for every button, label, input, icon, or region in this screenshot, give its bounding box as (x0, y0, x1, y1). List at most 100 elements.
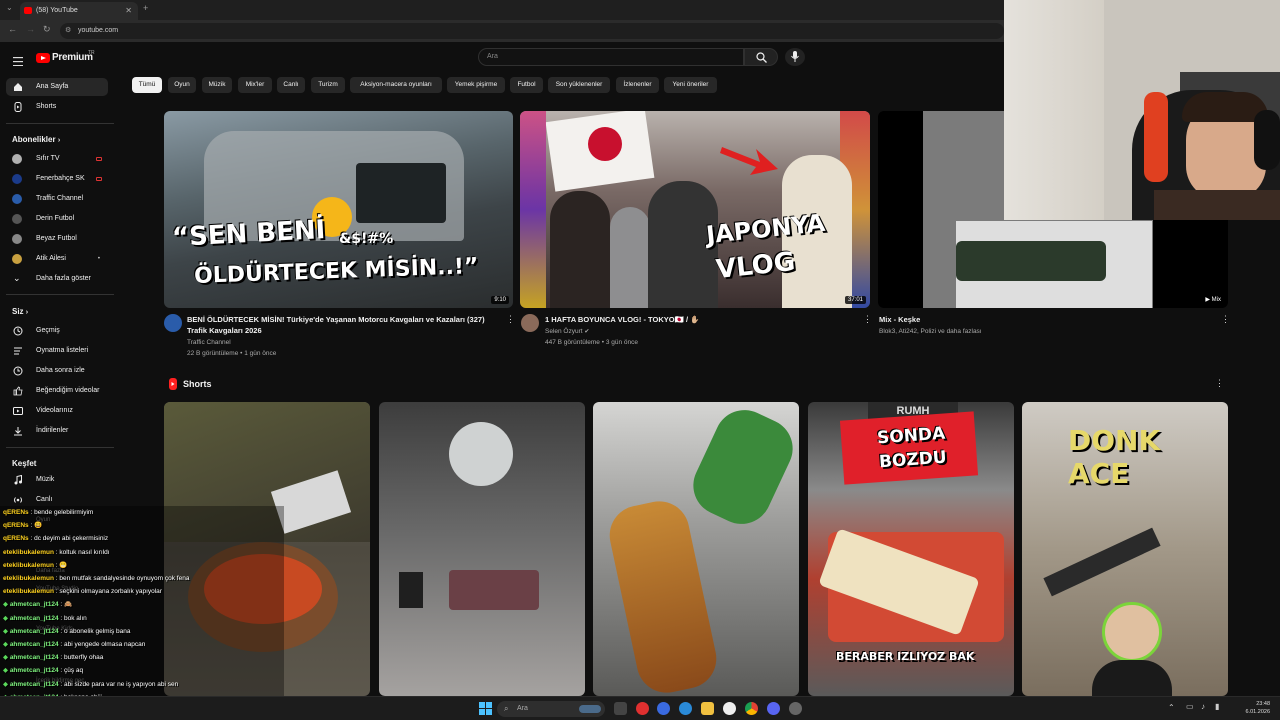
chat-username[interactable]: qERENs (3, 509, 29, 516)
short-card[interactable] (379, 402, 585, 696)
app-icon[interactable] (723, 702, 736, 715)
video-thumbnail[interactable]: JAPONYA VLOG 37:01 (520, 111, 870, 308)
sidebar-item-subscription[interactable]: Derin Futbol (6, 210, 108, 228)
search-button[interactable] (744, 48, 778, 66)
sidebar-item-music[interactable]: Müzik (6, 471, 108, 489)
subscriber-badge-icon: ◆ (3, 667, 10, 675)
chat-username[interactable]: eteklibukalemun (3, 588, 54, 595)
address-bar[interactable]: ⚙ youtube.com (60, 23, 1004, 39)
you-heading[interactable]: Siz › (12, 307, 28, 316)
chat-username[interactable]: ahmetcan_jt124 (10, 615, 59, 622)
back-icon[interactable]: ← (8, 24, 17, 34)
site-info-icon[interactable]: ⚙ (65, 23, 71, 39)
video-thumbnail[interactable]: “SEN BENİ &$!#% ÖLDÜRTECEK MİSİN..!” 9:1… (164, 111, 513, 308)
discord-icon[interactable] (767, 702, 780, 715)
voice-search-button[interactable] (785, 48, 805, 66)
more-options-icon[interactable]: ⋮ (1215, 378, 1224, 389)
short-card[interactable]: RUMH SONDA BOZDU BERABER IZLIYOZ BAK (808, 402, 1014, 696)
chip-cooking[interactable]: Yemek pişirme (447, 77, 505, 93)
sidebar-item-playlists[interactable]: Oynatma listeleri (6, 342, 108, 360)
short-card[interactable]: DONK ACE (1022, 402, 1228, 696)
battery-icon[interactable]: ▮ (1215, 702, 1219, 711)
chip-recently-uploaded[interactable]: Son yüklenenler (548, 77, 610, 93)
app-icon[interactable] (657, 702, 670, 715)
short-card[interactable] (593, 402, 799, 696)
tab-list-icon[interactable]: ⌄ (6, 3, 13, 12)
sidebar-item-subscription[interactable]: Beyaz Futbol (6, 230, 108, 248)
avatar[interactable] (521, 314, 539, 332)
new-content-dot-icon: • (97, 256, 100, 262)
sidebar-item-watch-later[interactable]: Daha sonra izle (6, 362, 108, 380)
more-options-icon[interactable]: ⋮ (1221, 314, 1230, 325)
sidebar-item-history[interactable]: Geçmiş (6, 322, 108, 340)
forward-icon[interactable]: → (26, 24, 35, 34)
video-title[interactable]: Mix - Keşke (879, 314, 1189, 325)
sidebar-item-subscription[interactable]: Atik Ailesi • (6, 250, 108, 268)
chat-username[interactable]: eteklibukalemun (3, 562, 54, 569)
live-icon (96, 157, 102, 161)
taskbar-search[interactable]: ⌕ Ara (497, 701, 605, 717)
sidebar-item-shorts[interactable]: Shorts (6, 98, 108, 116)
task-view-icon[interactable] (614, 702, 627, 715)
more-options-icon[interactable]: ⋮ (863, 314, 872, 325)
video-title[interactable]: BENİ ÖLDÜRTECEK MİSİN! Türkiye'de Yaşana… (187, 314, 497, 336)
logo-text[interactable]: Premium (52, 52, 93, 63)
chip-live[interactable]: Canlı (277, 77, 305, 93)
chip-watched[interactable]: İzlenenler (616, 77, 659, 93)
chat-username[interactable]: ahmetcan_jt124 (10, 667, 59, 674)
chip-music[interactable]: Müzik (202, 77, 232, 93)
app-icon[interactable] (636, 702, 649, 715)
chat-username[interactable]: ahmetcan_jt124 (10, 654, 59, 661)
search-input[interactable]: Ara (478, 48, 744, 66)
settings-icon[interactable] (789, 702, 802, 715)
volume-icon[interactable]: ♪ (1201, 702, 1205, 711)
chip-tourism[interactable]: Turizm (311, 77, 345, 93)
subscriber-badge-icon: ◆ (3, 627, 10, 635)
menu-icon[interactable] (13, 53, 23, 67)
chip-football[interactable]: Futbol (510, 77, 543, 93)
windows-start-icon[interactable] (479, 702, 492, 715)
channel-name[interactable]: Traffic Channel (187, 337, 231, 348)
sidebar-item-subscription[interactable]: Traffic Channel (6, 190, 108, 208)
chat-username[interactable]: ahmetcan_jt124 (10, 681, 59, 688)
clock-date: 6.01.2026 (1245, 709, 1270, 715)
system-clock[interactable]: 23:48 6.01.2026 (1246, 700, 1270, 716)
chat-username[interactable]: ahmetcan_jt124 (10, 628, 59, 635)
chat-username[interactable]: ahmetcan_jt124 (10, 601, 59, 608)
sidebar-item-home[interactable]: Ana Sayfa (6, 78, 108, 96)
new-tab-icon[interactable]: + (143, 3, 148, 13)
sidebar-item-subscription[interactable]: Fenerbahçe SK (6, 170, 108, 188)
chat-username[interactable]: qERENs (3, 535, 29, 542)
browser-tab[interactable]: (58) YouTube ✕ (20, 2, 138, 20)
edge-icon[interactable] (679, 702, 692, 715)
close-tab-icon[interactable]: ✕ (125, 2, 132, 20)
mix-artists: Blok3, Ati242, Polizi ve daha fazlası (879, 328, 982, 335)
sidebar-item-your-videos[interactable]: Videolarınız (6, 402, 108, 420)
show-more-button[interactable]: ⌄ Daha fazla göster (6, 270, 108, 288)
chat-username[interactable]: ahmetcan_jt124 (10, 641, 59, 648)
chrome-icon[interactable] (745, 702, 758, 715)
chip-gaming[interactable]: Oyun (168, 77, 196, 93)
youtube-logo-icon[interactable] (36, 53, 50, 63)
sidebar-item-downloads[interactable]: İndirilenler (6, 422, 108, 440)
chip-mixes[interactable]: Mix'ler (238, 77, 272, 93)
chip-all[interactable]: Tümü (132, 77, 162, 93)
reload-icon[interactable]: ↻ (43, 24, 51, 35)
more-options-icon[interactable]: ⋮ (506, 314, 515, 325)
sidebar-item-label: Beğendiğim videolar (36, 387, 100, 394)
network-icon[interactable]: ▭ (1186, 702, 1194, 711)
file-explorer-icon[interactable] (701, 702, 714, 715)
chat-username[interactable]: eteklibukalemun (3, 549, 54, 556)
sidebar-item-liked[interactable]: Beğendiğim videolar (6, 382, 108, 400)
chat-username[interactable]: eteklibukalemun (3, 575, 54, 582)
streamer-shirt (1154, 190, 1280, 220)
chip-action-adventure[interactable]: Aksiyon-macera oyunları (350, 77, 442, 93)
chat-username[interactable]: qERENs (3, 522, 29, 529)
subscriptions-heading[interactable]: Abonelikler › (12, 135, 60, 144)
sidebar-item-subscription[interactable]: Sıfır TV (6, 150, 108, 168)
chip-new-recommendations[interactable]: Yeni öneriler (664, 77, 717, 93)
avatar[interactable] (164, 314, 182, 332)
tray-chevron-icon[interactable]: ⌃ (1168, 703, 1175, 712)
chat-text: o abonelik gelmiş bana (64, 627, 131, 635)
video-title[interactable]: 1 HAFTA BOYUNCA VLOG! - TOKYO🇯🇵 / ✋🏼 (545, 314, 855, 325)
